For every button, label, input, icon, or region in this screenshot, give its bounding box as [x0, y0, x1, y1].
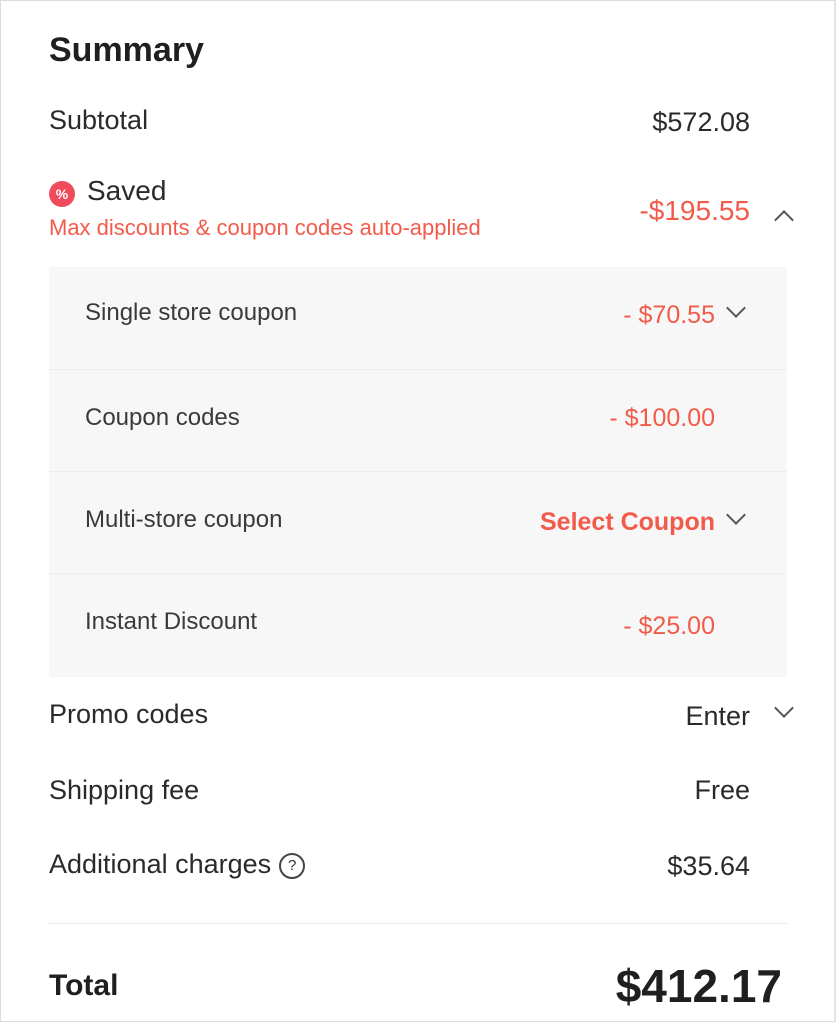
promo-codes-enter[interactable]: Enter — [685, 701, 750, 732]
additional-charges-value: $35.64 — [667, 851, 750, 881]
chevron-down-icon[interactable] — [774, 698, 794, 718]
divider — [49, 923, 787, 924]
promo-codes-label: Promo codes — [49, 699, 209, 729]
additional-charges-label: Additional charges? — [49, 849, 306, 880]
discount-breakdown: Single store coupon - $70.55 Coupon code… — [49, 267, 787, 677]
saved-value: -$195.55 — [639, 195, 750, 226]
shipping-fee-label: Shipping fee — [49, 775, 200, 805]
single-store-coupon-label: Single store coupon — [85, 299, 298, 326]
select-coupon-button[interactable]: Select Coupon — [540, 508, 715, 537]
instant-discount-label: Instant Discount — [85, 608, 258, 635]
breakdown-row-coupon-codes: Coupon codes - $100.00 — [49, 369, 787, 472]
discount-badge-icon: % — [49, 181, 75, 207]
total-label: Total — [49, 969, 119, 1002]
chevron-down-icon[interactable] — [726, 505, 746, 525]
breakdown-row-single-store-coupon[interactable]: Single store coupon - $70.55 — [49, 267, 787, 369]
saved-subtext: Max discounts & coupon codes auto-applie… — [49, 215, 481, 240]
summary-title: Summary — [49, 31, 204, 69]
breakdown-row-instant-discount: Instant Discount - $25.00 — [49, 573, 787, 676]
total-value: $412.17 — [615, 960, 782, 1012]
chevron-down-icon[interactable] — [726, 298, 746, 318]
coupon-codes-label: Coupon codes — [85, 404, 240, 431]
subtotal-label: Subtotal — [49, 105, 149, 135]
shipping-fee-value: Free — [694, 775, 750, 805]
instant-discount-value: - $25.00 — [623, 612, 715, 640]
chevron-up-icon[interactable] — [774, 210, 794, 230]
saved-label: Saved — [87, 175, 167, 206]
order-summary-panel: Summary Subtotal $572.08 % Saved Max dis… — [0, 0, 836, 1022]
breakdown-row-multi-store-coupon[interactable]: Multi-store coupon Select Coupon — [49, 471, 787, 574]
coupon-codes-value: - $100.00 — [609, 404, 715, 432]
single-store-coupon-value: - $70.55 — [623, 301, 715, 329]
multi-store-coupon-label: Multi-store coupon — [85, 506, 283, 533]
additional-charges-text: Additional charges — [49, 849, 272, 879]
subtotal-value: $572.08 — [652, 107, 750, 137]
help-icon[interactable]: ? — [279, 853, 306, 879]
